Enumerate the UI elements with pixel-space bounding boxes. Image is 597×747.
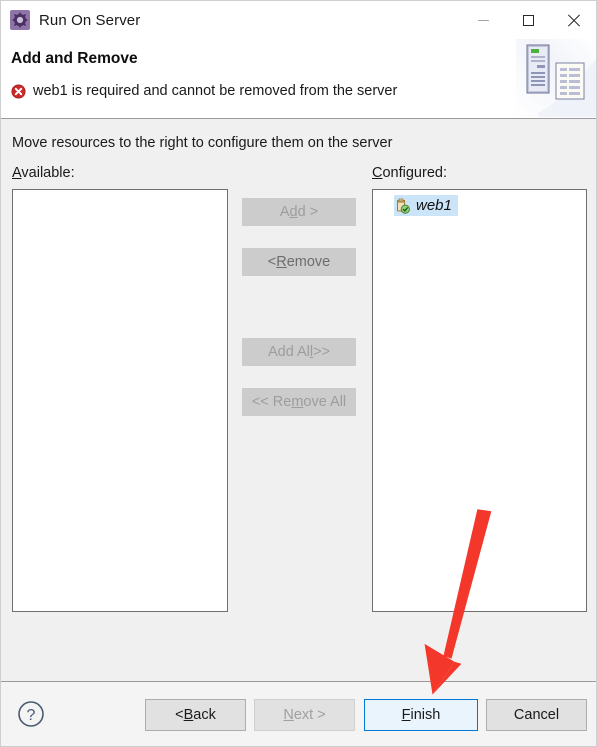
status-message-row: web1 is required and cannot be removed f… <box>11 83 397 99</box>
help-question-icon[interactable]: ? <box>17 700 45 728</box>
close-icon[interactable] <box>551 1 596 39</box>
title-bar: Run On Server <box>1 1 596 39</box>
list-item[interactable]: web1 <box>394 195 458 216</box>
add-all-button-label-pre: Add Al <box>267 344 310 360</box>
svg-text:?: ? <box>27 707 36 724</box>
remove-button[interactable]: < Remove <box>242 248 356 276</box>
finish-button-label-mnemonic: F <box>401 707 411 723</box>
back-button-label-mnemonic: B <box>183 707 194 723</box>
status-message-text: web1 is required and cannot be removed f… <box>33 83 398 99</box>
instruction-text: Move resources to the right to configure… <box>12 135 393 151</box>
next-button-label-post: ext > <box>293 707 326 723</box>
window-controls <box>461 1 596 39</box>
error-icon <box>11 83 26 99</box>
add-all-button[interactable]: Add Al l >> <box>242 338 356 366</box>
cancel-button-label-pre: Cancel <box>513 707 560 723</box>
server-and-document-illustration <box>516 39 596 117</box>
remove-button-label-mnemonic: R <box>276 254 287 270</box>
available-label: Available: <box>12 165 75 181</box>
available-resources-list[interactable] <box>12 189 228 612</box>
configured-label: Configured: <box>372 165 447 181</box>
add-all-button-label-post: >> <box>313 344 331 360</box>
back-button-label-post: ack <box>193 707 216 723</box>
list-item-label: web1 <box>416 197 452 214</box>
remove-all-button-label-pre: << Re <box>251 394 292 410</box>
next-button[interactable]: Next > <box>254 699 355 731</box>
minimize-icon[interactable] <box>461 1 506 39</box>
finish-button-label-post: inish <box>410 707 441 723</box>
web-module-icon <box>397 198 410 214</box>
add-button-label-mnemonic: d <box>289 204 298 220</box>
configured-resources-list[interactable]: web1 <box>372 189 587 612</box>
run-on-server-gear-icon <box>10 10 30 30</box>
remove-button-label-post: emove <box>286 254 331 270</box>
dialog-body: Move resources to the right to configure… <box>1 119 596 681</box>
add-button-label-pre: A <box>279 204 290 220</box>
configured-label-mnemonic: C <box>372 165 383 181</box>
remove-all-button-label-post: ove All <box>303 394 347 410</box>
maximize-icon[interactable] <box>506 1 551 39</box>
window-title: Run On Server <box>39 11 141 29</box>
available-label-rest: vailable: <box>21 165 75 181</box>
page-title: Add and Remove <box>11 50 138 67</box>
available-label-mnemonic: A <box>12 165 22 181</box>
dialog-header: Add and Remove web1 is required and cann… <box>1 39 596 119</box>
add-button[interactable]: Add > <box>242 198 356 226</box>
remove-all-button-label-mnemonic: m <box>291 394 304 410</box>
back-button-label-pre: < <box>175 707 184 723</box>
configured-label-rest: onfigured: <box>382 165 447 181</box>
run-on-server-dialog: Run On Server Add and Remove web1 is req… <box>0 0 597 747</box>
remove-button-label-pre: < <box>267 254 277 270</box>
cancel-button[interactable]: Cancel <box>486 699 587 731</box>
finish-button[interactable]: Finish <box>364 699 478 731</box>
remove-all-button[interactable]: << Re m ove All <box>242 388 356 416</box>
add-button-label-post: d > <box>297 204 319 220</box>
gear-icon-glyph <box>12 12 28 28</box>
next-button-label-mnemonic: N <box>283 707 294 723</box>
back-button[interactable]: < Back <box>145 699 246 731</box>
